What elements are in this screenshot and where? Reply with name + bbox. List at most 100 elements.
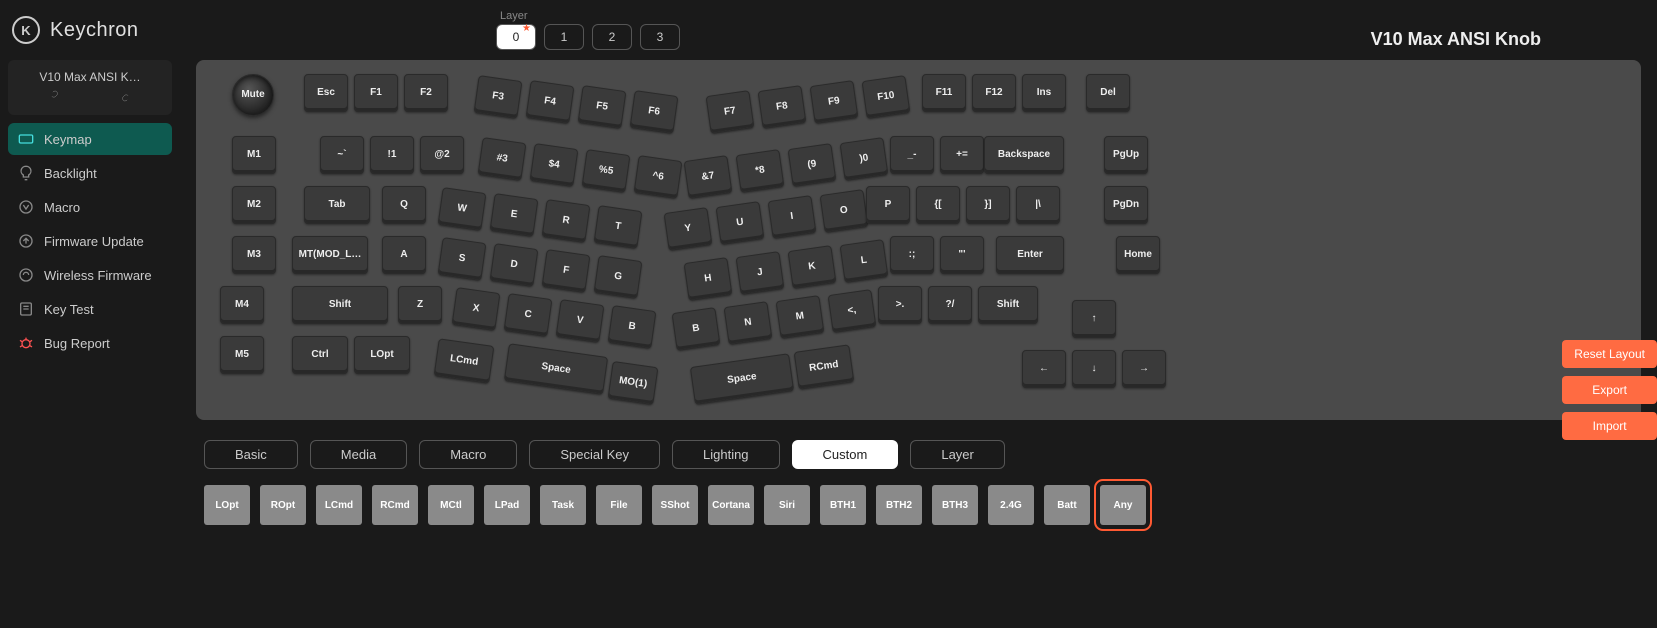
key-r[interactable]: R (542, 199, 591, 243)
custom-key-siri[interactable]: Siri (764, 485, 810, 525)
key-mtmodl[interactable]: MT(MOD_L… (292, 236, 368, 274)
key-f[interactable]: F (542, 249, 591, 293)
custom-key-rcmd[interactable]: RCmd (372, 485, 418, 525)
custom-key-lcmd[interactable]: LCmd (316, 485, 362, 525)
key-shift[interactable]: Shift (292, 286, 388, 324)
key-u[interactable]: U (716, 201, 765, 245)
custom-key-ropt[interactable]: ROpt (260, 485, 306, 525)
key-f5[interactable]: F5 (578, 85, 627, 129)
key-esc[interactable]: Esc (304, 74, 348, 112)
key-[interactable]: @2 (420, 136, 464, 174)
key-d[interactable]: D (490, 243, 539, 287)
nav-key-test[interactable]: Key Test (8, 293, 172, 325)
key-m1[interactable]: M1 (232, 136, 276, 174)
device-selector[interactable]: V10 Max ANSI K… (8, 60, 172, 115)
key-f9[interactable]: F9 (810, 80, 859, 124)
key-[interactable]: → (1122, 350, 1166, 388)
key-[interactable]: ^6 (634, 155, 683, 199)
key-lcmd[interactable]: LCmd (434, 338, 495, 383)
key-home[interactable]: Home (1116, 236, 1160, 274)
tab-macro[interactable]: Macro (419, 440, 517, 469)
custom-key-bth1[interactable]: BTH1 (820, 485, 866, 525)
key-x[interactable]: X (452, 287, 501, 331)
nav-wireless-firmware[interactable]: Wireless Firmware (8, 259, 172, 291)
key-k[interactable]: K (788, 245, 837, 289)
nav-backlight[interactable]: Backlight (8, 157, 172, 189)
key-f4[interactable]: F4 (526, 80, 575, 124)
key-a[interactable]: A (382, 236, 426, 274)
key-b[interactable]: B (672, 307, 721, 351)
key-m5[interactable]: M5 (220, 336, 264, 374)
custom-key-file[interactable]: File (596, 485, 642, 525)
key-del[interactable]: Del (1086, 74, 1130, 112)
key-g[interactable]: G (594, 255, 643, 299)
key-w[interactable]: W (438, 187, 487, 231)
key-f7[interactable]: F7 (706, 90, 755, 134)
tab-custom[interactable]: Custom (792, 440, 899, 469)
key-o[interactable]: O (820, 189, 869, 233)
key-j[interactable]: J (736, 251, 785, 295)
key-[interactable]: {[ (916, 186, 960, 224)
custom-key-mctl[interactable]: MCtl (428, 485, 474, 525)
key-[interactable]: <, (828, 289, 877, 333)
layer-btn-1[interactable]: 1 (544, 24, 584, 50)
key-y[interactable]: Y (664, 207, 713, 251)
key-f10[interactable]: F10 (862, 75, 911, 119)
tab-lighting[interactable]: Lighting (672, 440, 780, 469)
nav-bug-report[interactable]: Bug Report (8, 327, 172, 359)
layer-btn-3[interactable]: 3 (640, 24, 680, 50)
key-[interactable]: #3 (478, 137, 527, 181)
key-pgup[interactable]: PgUp (1104, 136, 1148, 174)
key-[interactable]: )0 (840, 137, 889, 181)
key-lopt[interactable]: LOpt (354, 336, 410, 374)
key-f2[interactable]: F2 (404, 74, 448, 112)
key-h[interactable]: H (684, 257, 733, 301)
key-m4[interactable]: M4 (220, 286, 264, 324)
key-pgdn[interactable]: PgDn (1104, 186, 1148, 224)
key-[interactable]: }] (966, 186, 1010, 224)
key-f11[interactable]: F11 (922, 74, 966, 112)
key-[interactable]: !1 (370, 136, 414, 174)
key-f8[interactable]: F8 (758, 85, 807, 129)
tab-basic[interactable]: Basic (204, 440, 298, 469)
key-ctrl[interactable]: Ctrl (292, 336, 348, 374)
key-shift[interactable]: Shift (978, 286, 1038, 324)
key-[interactable]: (9 (788, 143, 837, 187)
key-b[interactable]: B (608, 305, 657, 349)
key-space[interactable]: Space (504, 343, 608, 395)
tab-special-key[interactable]: Special Key (529, 440, 660, 469)
key-q[interactable]: Q (382, 186, 426, 224)
layer-btn-0[interactable]: 0★ (496, 24, 536, 50)
key-[interactable]: _- (890, 136, 934, 174)
key-[interactable]: *8 (736, 149, 785, 193)
key-mute[interactable]: Mute (232, 74, 274, 116)
key-p[interactable]: P (866, 186, 910, 224)
key-s[interactable]: S (438, 237, 487, 281)
key-f6[interactable]: F6 (630, 90, 679, 134)
key-[interactable]: ← (1022, 350, 1066, 388)
key-e[interactable]: E (490, 193, 539, 237)
key-tab[interactable]: Tab (304, 186, 370, 224)
custom-key-batt[interactable]: Batt (1044, 485, 1090, 525)
custom-key-lpad[interactable]: LPad (484, 485, 530, 525)
key-[interactable]: |\ (1016, 186, 1060, 224)
key-[interactable]: ↑ (1072, 300, 1116, 338)
nav-keymap[interactable]: Keymap (8, 123, 172, 155)
key-[interactable]: ~` (320, 136, 364, 174)
key-[interactable]: :; (890, 236, 934, 274)
custom-key-bth2[interactable]: BTH2 (876, 485, 922, 525)
key-[interactable]: >. (878, 286, 922, 324)
layer-btn-2[interactable]: 2 (592, 24, 632, 50)
key-n[interactable]: N (724, 301, 773, 345)
custom-key-lopt[interactable]: LOpt (204, 485, 250, 525)
key-[interactable]: &7 (684, 155, 733, 199)
key-t[interactable]: T (594, 205, 643, 249)
key-[interactable]: %5 (582, 149, 631, 193)
key-f1[interactable]: F1 (354, 74, 398, 112)
key-[interactable]: ↓ (1072, 350, 1116, 388)
key-m2[interactable]: M2 (232, 186, 276, 224)
key-ins[interactable]: Ins (1022, 74, 1066, 112)
key-[interactable]: ?/ (928, 286, 972, 324)
key-z[interactable]: Z (398, 286, 442, 324)
key-[interactable]: $4 (530, 143, 579, 187)
